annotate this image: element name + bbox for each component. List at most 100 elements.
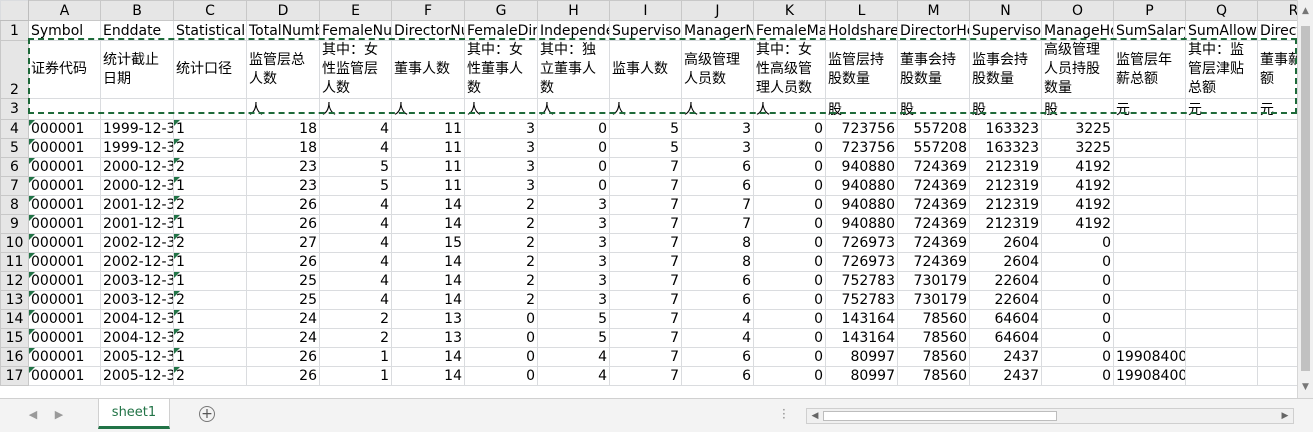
field-name-cell[interactable]: 其中：监管层津贴总额 xyxy=(1185,40,1258,99)
data-cell[interactable]: 3225 xyxy=(1041,138,1114,158)
data-cell[interactable]: 2002-12-31 xyxy=(100,233,174,253)
data-cell[interactable]: 7 xyxy=(609,271,682,291)
column-header[interactable]: Q xyxy=(1185,0,1258,21)
unit-cell[interactable]: 股 xyxy=(825,98,898,120)
data-cell[interactable]: 3 xyxy=(537,271,610,291)
data-cell[interactable] xyxy=(1257,157,1297,177)
data-cell[interactable]: 726973 xyxy=(825,252,898,272)
data-cell[interactable]: 000001 xyxy=(28,252,101,272)
data-cell[interactable] xyxy=(1257,176,1297,196)
data-cell[interactable]: 0 xyxy=(537,176,610,196)
data-cell[interactable]: 2604 xyxy=(969,233,1042,253)
data-cell[interactable]: 0 xyxy=(753,119,826,139)
data-cell[interactable]: 2003-12-31 xyxy=(100,290,174,310)
row-header[interactable]: 10 xyxy=(0,233,29,253)
field-code-cell[interactable]: SumSalary xyxy=(1113,20,1186,41)
data-cell[interactable]: 14 xyxy=(391,195,465,215)
data-cell[interactable]: 4 xyxy=(319,290,392,310)
field-name-cell[interactable]: 证券代码 xyxy=(28,40,101,99)
data-cell[interactable] xyxy=(1185,233,1258,253)
data-cell[interactable] xyxy=(1257,328,1297,348)
field-name-cell[interactable]: 其中：女性监管层人数 xyxy=(319,40,392,99)
data-cell[interactable]: 163323 xyxy=(969,138,1042,158)
field-code-cell[interactable]: Supervisor xyxy=(609,20,682,41)
data-cell[interactable] xyxy=(1257,252,1297,272)
unit-cell[interactable]: 股 xyxy=(969,98,1042,120)
data-cell[interactable]: 2 xyxy=(464,271,538,291)
data-cell[interactable]: 0 xyxy=(1041,233,1114,253)
unit-cell[interactable]: 人 xyxy=(319,98,392,120)
data-cell[interactable]: 7 xyxy=(609,328,682,348)
column-header[interactable]: O xyxy=(1041,0,1114,21)
data-cell[interactable]: 14 xyxy=(391,347,465,367)
data-cell[interactable]: 7 xyxy=(609,252,682,272)
data-cell[interactable]: 1 xyxy=(173,309,247,329)
data-cell[interactable]: 6 xyxy=(681,347,754,367)
data-cell[interactable]: 000001 xyxy=(28,271,101,291)
data-cell[interactable]: 2004-12-31 xyxy=(100,328,174,348)
data-cell[interactable]: 2 xyxy=(173,328,247,348)
data-cell[interactable] xyxy=(1185,290,1258,310)
data-cell[interactable]: 7 xyxy=(609,290,682,310)
data-cell[interactable]: 11 xyxy=(391,138,465,158)
row-header[interactable]: 13 xyxy=(0,290,29,310)
data-cell[interactable]: 724369 xyxy=(897,252,970,272)
data-cell[interactable]: 19908400 xyxy=(1113,366,1186,386)
data-cell[interactable]: 724369 xyxy=(897,157,970,177)
data-cell[interactable] xyxy=(1257,195,1297,215)
data-cell[interactable]: 4 xyxy=(319,271,392,291)
data-cell[interactable]: 19908400 xyxy=(1113,347,1186,367)
data-cell[interactable]: 557208 xyxy=(897,119,970,139)
horizontal-scroll-thumb[interactable] xyxy=(823,411,1057,421)
data-cell[interactable]: 6 xyxy=(681,290,754,310)
data-cell[interactable]: 143164 xyxy=(825,309,898,329)
data-cell[interactable]: 2 xyxy=(464,233,538,253)
data-cell[interactable]: 2 xyxy=(173,195,247,215)
data-cell[interactable]: 11 xyxy=(391,157,465,177)
data-cell[interactable]: 0 xyxy=(464,309,538,329)
data-cell[interactable]: 4192 xyxy=(1041,214,1114,234)
data-cell[interactable]: 940880 xyxy=(825,214,898,234)
data-cell[interactable]: 3 xyxy=(681,138,754,158)
data-cell[interactable]: 3225 xyxy=(1041,119,1114,139)
field-name-cell[interactable]: 其中：独立董事人数 xyxy=(537,40,610,99)
data-cell[interactable]: 14 xyxy=(391,214,465,234)
data-cell[interactable]: 0 xyxy=(753,366,826,386)
data-cell[interactable]: 212319 xyxy=(969,157,1042,177)
data-cell[interactable]: 7 xyxy=(609,176,682,196)
data-cell[interactable]: 4 xyxy=(537,366,610,386)
unit-cell[interactable]: 元 xyxy=(1185,98,1258,120)
data-cell[interactable]: 2000-12-31 xyxy=(100,176,174,196)
data-cell[interactable]: 3 xyxy=(464,119,538,139)
tab-prev-icon[interactable]: ◀ xyxy=(26,407,40,423)
data-cell[interactable]: 2002-12-31 xyxy=(100,252,174,272)
data-cell[interactable]: 0 xyxy=(753,328,826,348)
data-cell[interactable]: 557208 xyxy=(897,138,970,158)
field-name-cell[interactable]: 其中：女性董事人数 xyxy=(464,40,538,99)
data-cell[interactable] xyxy=(1113,119,1186,139)
data-cell[interactable]: 000001 xyxy=(28,290,101,310)
field-name-cell[interactable]: 董事人数 xyxy=(391,40,465,99)
row-header[interactable]: 2 xyxy=(0,40,29,99)
data-cell[interactable]: 4 xyxy=(319,195,392,215)
data-cell[interactable]: 0 xyxy=(1041,290,1114,310)
column-header[interactable]: R xyxy=(1257,0,1297,21)
data-cell[interactable]: 2 xyxy=(319,328,392,348)
data-cell[interactable]: 80997 xyxy=(825,366,898,386)
column-header[interactable]: A xyxy=(28,0,101,21)
field-code-cell[interactable]: Supervisor xyxy=(969,20,1042,41)
data-cell[interactable]: 22604 xyxy=(969,290,1042,310)
data-cell[interactable]: 3 xyxy=(537,233,610,253)
data-cell[interactable]: 000001 xyxy=(28,195,101,215)
unit-cell[interactable]: 人 xyxy=(609,98,682,120)
row-header[interactable]: 5 xyxy=(0,138,29,158)
data-cell[interactable]: 78560 xyxy=(897,328,970,348)
field-name-cell[interactable]: 统计口径 xyxy=(173,40,247,99)
data-cell[interactable]: 0 xyxy=(753,252,826,272)
data-cell[interactable] xyxy=(1185,252,1258,272)
data-cell[interactable]: 7 xyxy=(609,157,682,177)
data-cell[interactable]: 0 xyxy=(753,195,826,215)
field-code-cell[interactable]: FemaleMa xyxy=(753,20,826,41)
data-cell[interactable]: 2 xyxy=(464,214,538,234)
data-cell[interactable]: 25 xyxy=(246,290,320,310)
